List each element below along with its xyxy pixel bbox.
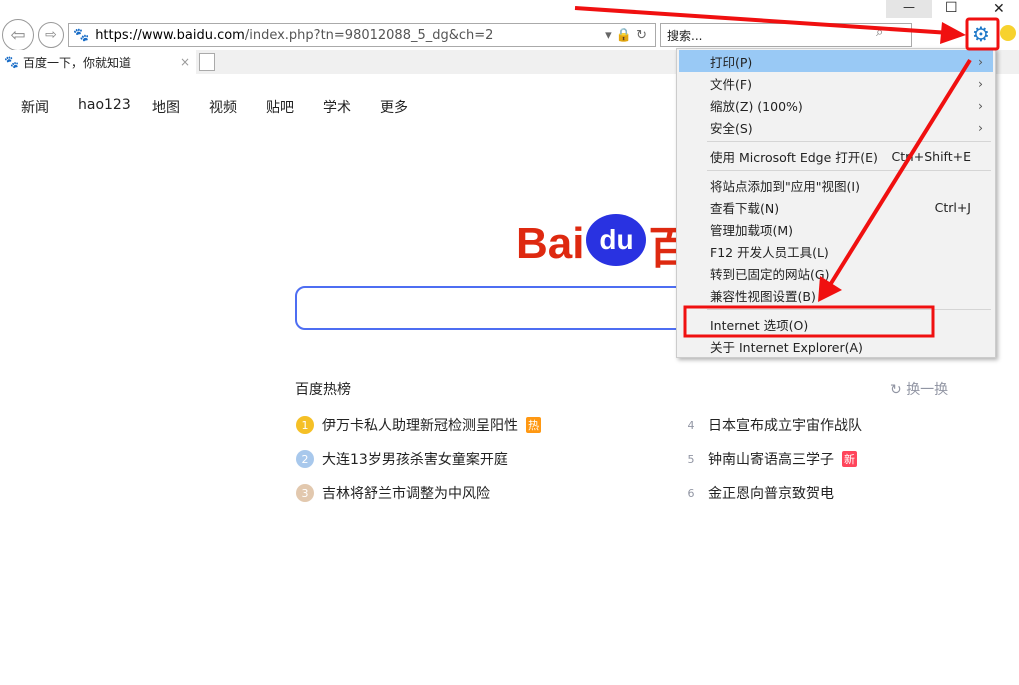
internet-options-highlight-box — [685, 307, 933, 336]
gear-highlight-box — [967, 19, 998, 49]
arrow-head-icon — [818, 276, 842, 302]
arrow-to-internet-options — [830, 60, 970, 285]
arrow-to-gear — [575, 8, 950, 33]
arrow-head-icon — [940, 22, 966, 44]
annotation-overlay — [0, 0, 1019, 685]
